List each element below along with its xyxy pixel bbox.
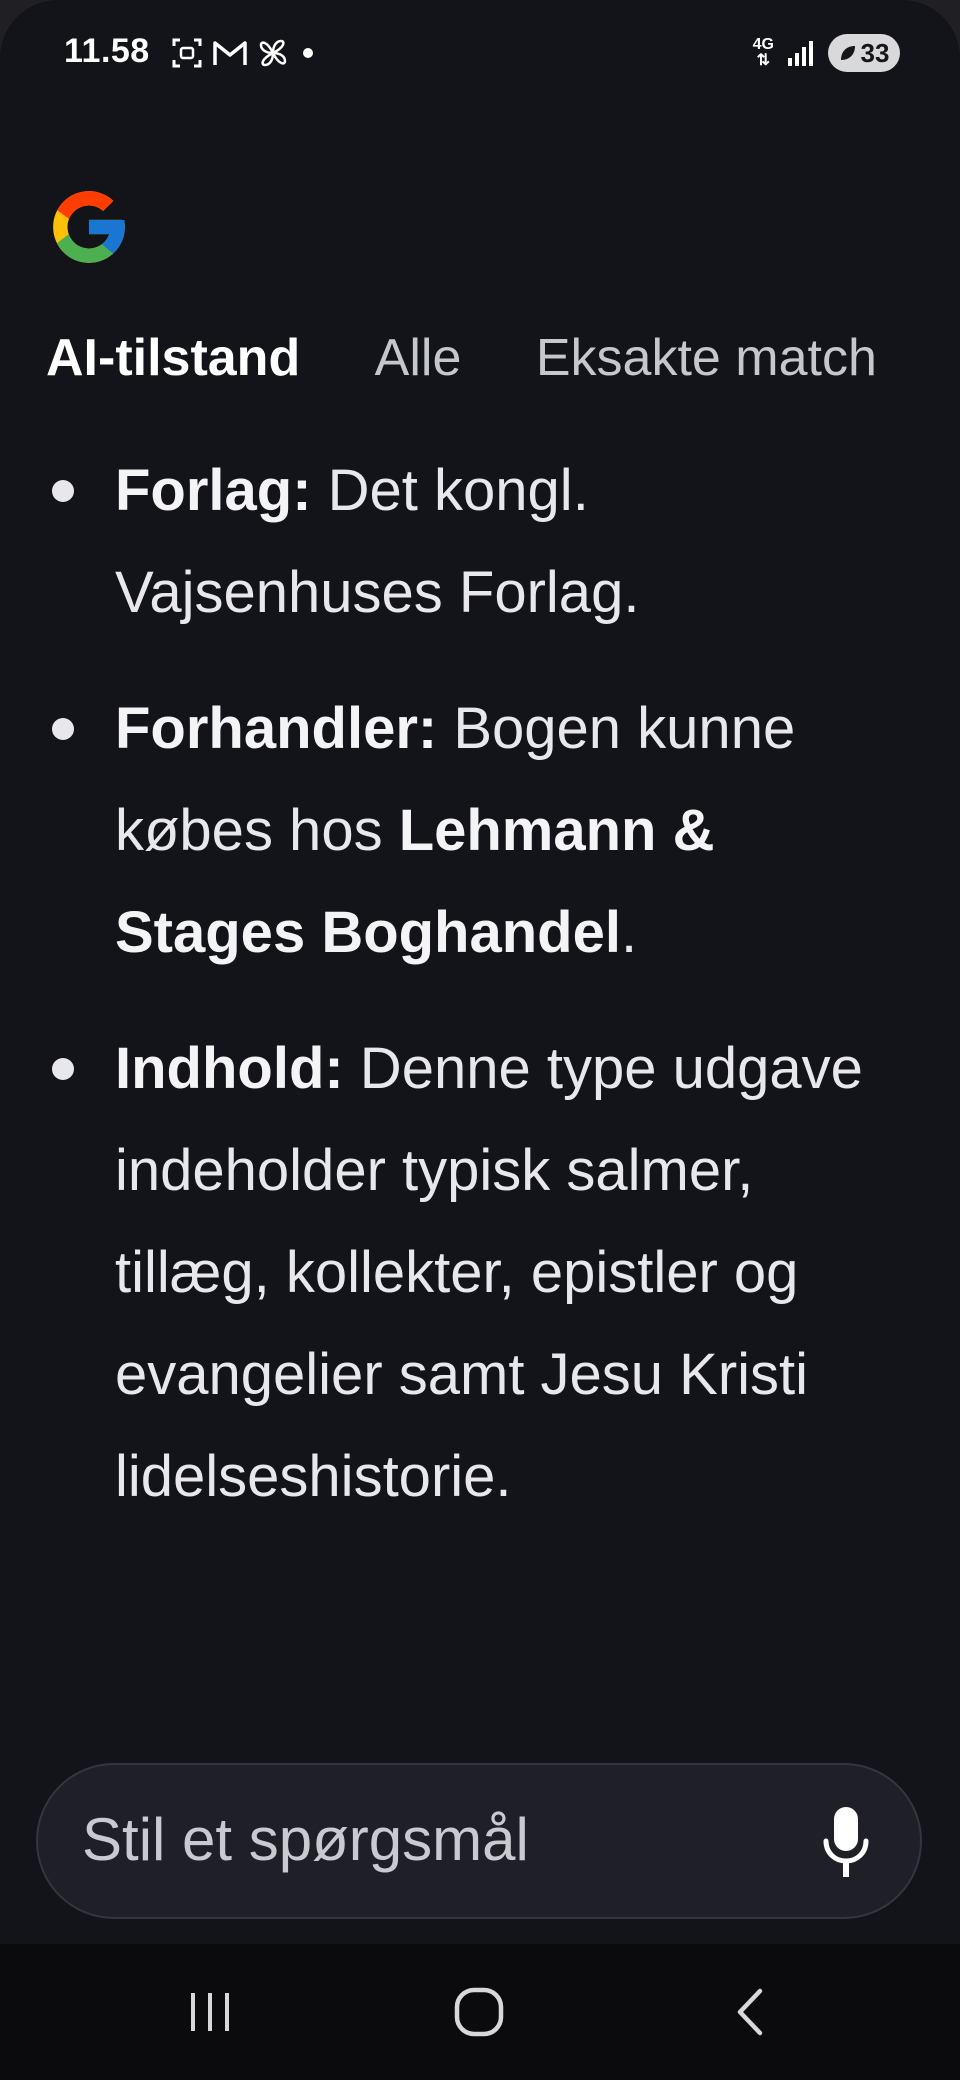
pinwheel-icon	[259, 39, 287, 67]
bullet-icon	[52, 480, 74, 502]
system-icons: 4G ⇅ 33	[753, 34, 900, 72]
item-label: Forhandler:	[115, 696, 438, 761]
list-item-dealer: Forhandler: Bogen kunne købes hos Lehman…	[0, 678, 960, 984]
battery-icon: 33	[828, 34, 900, 72]
item-text: Denne type udgave indeholder typisk salm…	[115, 1036, 863, 1509]
back-button[interactable]	[715, 1982, 785, 2042]
status-time: 11.58	[64, 32, 150, 70]
home-icon	[454, 1987, 504, 2037]
screenshot-icon	[172, 38, 202, 68]
bullet-icon	[52, 1058, 74, 1080]
tab-all[interactable]: Alle	[375, 328, 462, 388]
ai-answer-content: Forlag: Det kongl. Vajsenhuses Forlag. F…	[0, 440, 960, 1730]
search-mode-tabs: AI-tilstand Alle Eksakte match	[46, 328, 960, 398]
recent-apps-icon	[191, 1993, 229, 2031]
network-type: 4G	[752, 36, 774, 53]
battery-level: 33	[860, 37, 890, 68]
gmail-icon	[213, 41, 247, 65]
list-item-publisher: Forlag: Det kongl. Vajsenhuses Forlag.	[0, 440, 960, 644]
dot-icon	[303, 48, 313, 58]
ask-placeholder: Stil et spørgsmål	[82, 1806, 529, 1873]
back-icon	[737, 1988, 763, 2036]
navigation-bar	[0, 1944, 960, 2080]
tab-ai-mode[interactable]: AI-tilstand	[46, 328, 300, 388]
signal-icon	[788, 41, 813, 66]
answer-list: Forlag: Det kongl. Vajsenhuses Forlag. F…	[0, 440, 960, 1528]
ask-question-input[interactable]: Stil et spørgsmål	[36, 1763, 922, 1919]
4g-icon: 4G ⇅	[752, 36, 774, 69]
leaf-icon	[840, 46, 855, 60]
status-bar: 11.58 4G ⇅ 33	[0, 0, 960, 110]
list-item-contents: Indhold: Denne type udgave indeholder ty…	[0, 1018, 960, 1528]
item-label: Forlag:	[115, 458, 312, 523]
item-label: Indhold:	[115, 1036, 344, 1101]
screen: 11.58 4G ⇅ 33 AI-tilstand Alle Eksakte m…	[0, 0, 960, 2080]
bullet-icon	[52, 718, 74, 740]
notification-icons	[170, 36, 318, 70]
google-logo-icon	[53, 191, 125, 263]
tab-exact-match[interactable]: Eksakte match	[536, 328, 877, 388]
item-text-end: .	[620, 900, 638, 965]
microphone-icon[interactable]	[822, 1805, 870, 1881]
recent-apps-button[interactable]	[175, 1982, 245, 2042]
home-button[interactable]	[444, 1982, 514, 2042]
